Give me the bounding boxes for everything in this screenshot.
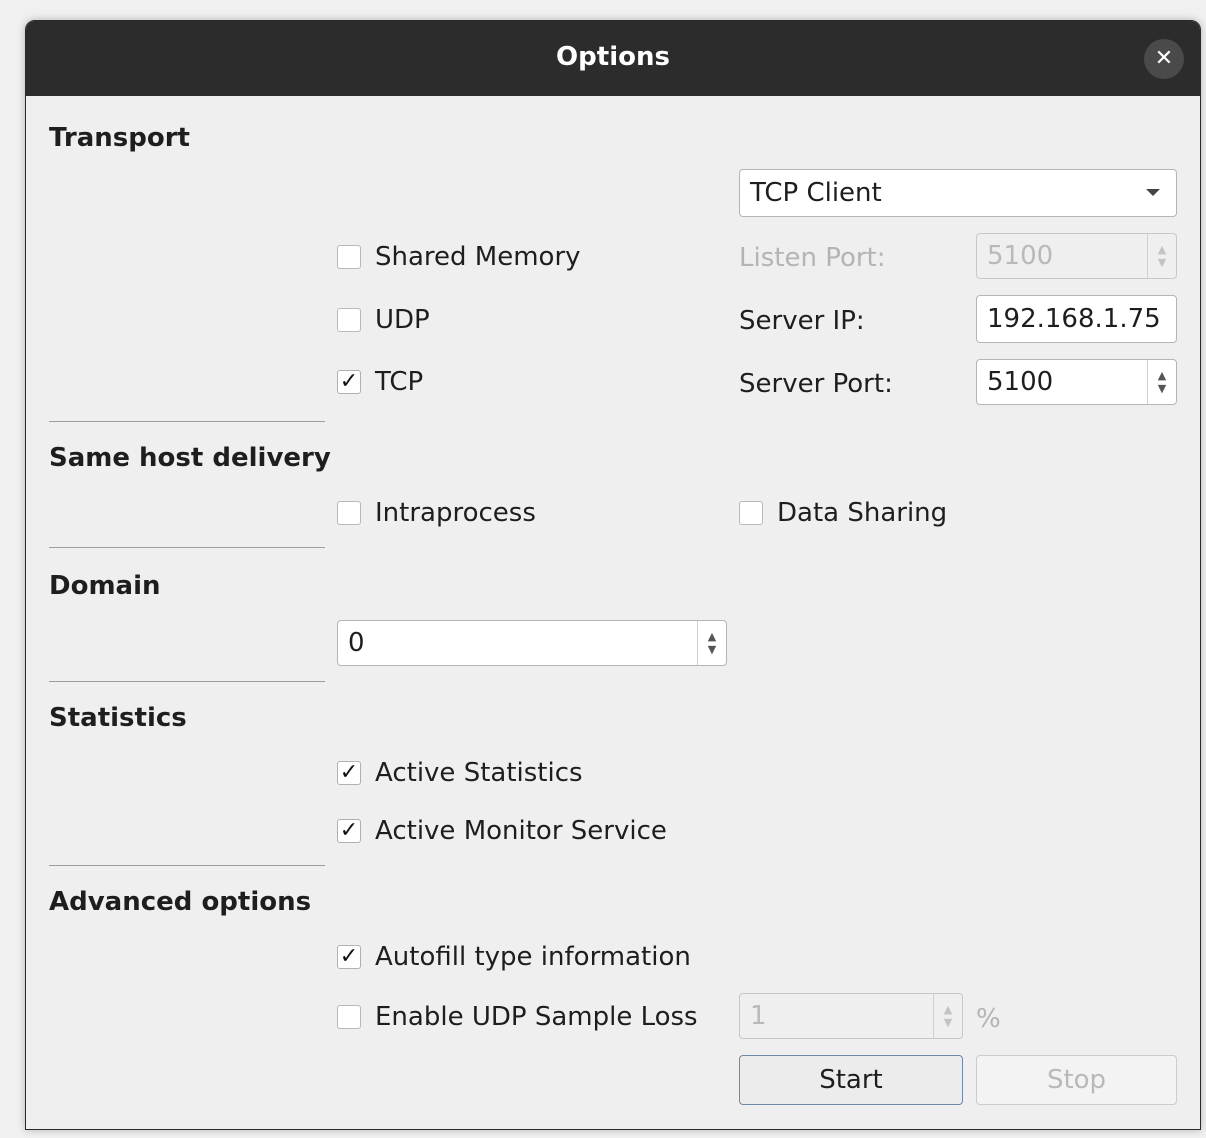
- data-sharing-label: Data Sharing: [777, 498, 948, 528]
- domain-spinbox[interactable]: 0 ▲ ▼: [337, 620, 727, 666]
- chevron-down-icon: [1146, 189, 1160, 196]
- check-icon: ✓: [339, 369, 359, 394]
- server-ip-input[interactable]: 192.168.1.75: [976, 295, 1177, 343]
- udp-loss-label: Enable UDP Sample Loss: [375, 1002, 698, 1032]
- tcp-checkbox-row[interactable]: ✓ TCP: [337, 367, 423, 397]
- tcp-label: TCP: [375, 367, 424, 397]
- check-icon: ✓: [339, 818, 359, 843]
- autofill-checkbox[interactable]: ✓: [337, 945, 361, 969]
- active-statistics-checkbox-row[interactable]: ✓ Active Statistics: [337, 758, 583, 788]
- udp-checkbox[interactable]: [337, 308, 361, 332]
- advanced-section-title: Advanced options: [49, 887, 312, 917]
- section-divider: [49, 421, 325, 422]
- autofill-checkbox-row[interactable]: ✓ Autofill type information: [337, 942, 691, 972]
- server-ip-value: 192.168.1.75: [987, 304, 1161, 334]
- server-port-spinbox[interactable]: 5100 ▲ ▼: [976, 359, 1177, 405]
- udp-loss-value: 1: [750, 1001, 767, 1031]
- title-bar: Options ✕: [26, 21, 1200, 96]
- udp-loss-checkbox[interactable]: [337, 1005, 361, 1029]
- close-icon: ✕: [1154, 46, 1174, 71]
- active-monitor-label: Active Monitor Service: [375, 816, 667, 846]
- domain-section-title: Domain: [49, 571, 161, 601]
- udp-loss-checkbox-row[interactable]: Enable UDP Sample Loss: [337, 1002, 698, 1032]
- listen-port-label: Listen Port:: [739, 243, 886, 273]
- autofill-label: Autofill type information: [375, 942, 691, 972]
- server-ip-label: Server IP:: [739, 306, 865, 336]
- server-port-value: 5100: [987, 367, 1054, 397]
- listen-port-spinbox: 5100 ▲ ▼: [976, 233, 1177, 279]
- data-sharing-checkbox[interactable]: [739, 501, 763, 525]
- server-port-label: Server Port:: [739, 369, 893, 399]
- section-divider: [49, 547, 325, 548]
- intraprocess-checkbox[interactable]: [337, 501, 361, 525]
- shared-memory-checkbox[interactable]: [337, 245, 361, 269]
- spin-arrows-icon[interactable]: ▲ ▼: [697, 621, 726, 665]
- listen-port-value: 5100: [987, 241, 1054, 271]
- tcp-checkbox[interactable]: ✓: [337, 370, 361, 394]
- udp-loss-spinbox: 1 ▲ ▼: [739, 993, 963, 1039]
- udp-loss-unit: %: [976, 1004, 1001, 1034]
- shared-memory-checkbox-row[interactable]: Shared Memory: [337, 242, 581, 272]
- check-icon: ✓: [339, 944, 359, 969]
- check-icon: ✓: [339, 760, 359, 785]
- spin-arrows-icon: ▲ ▼: [1147, 234, 1176, 278]
- section-divider: [49, 865, 325, 866]
- statistics-section-title: Statistics: [49, 703, 187, 733]
- domain-value: 0: [348, 628, 365, 658]
- shared-memory-label: Shared Memory: [375, 242, 581, 272]
- section-divider: [49, 681, 325, 682]
- udp-checkbox-row[interactable]: UDP: [337, 305, 430, 335]
- active-monitor-checkbox-row[interactable]: ✓ Active Monitor Service: [337, 816, 667, 846]
- active-monitor-checkbox[interactable]: ✓: [337, 819, 361, 843]
- transport-mode-value: TCP Client: [750, 178, 882, 208]
- intraprocess-label: Intraprocess: [375, 498, 536, 528]
- data-sharing-checkbox-row[interactable]: Data Sharing: [739, 498, 947, 528]
- active-statistics-checkbox[interactable]: ✓: [337, 761, 361, 785]
- start-button[interactable]: Start: [739, 1055, 963, 1105]
- active-statistics-label: Active Statistics: [375, 758, 583, 788]
- transport-mode-select[interactable]: TCP Client: [739, 169, 1177, 217]
- udp-label: UDP: [375, 305, 430, 335]
- options-dialog: Options ✕ Transport TCP Client Shared Me…: [25, 20, 1201, 1130]
- stop-button: Stop: [976, 1055, 1177, 1105]
- transport-section-title: Transport: [49, 123, 190, 153]
- spin-arrows-icon[interactable]: ▲ ▼: [1147, 360, 1176, 404]
- close-button[interactable]: ✕: [1144, 39, 1184, 79]
- spin-arrows-icon: ▲ ▼: [933, 994, 962, 1038]
- same-host-section-title: Same host delivery: [49, 443, 331, 473]
- dialog-title: Options: [556, 42, 670, 72]
- intraprocess-checkbox-row[interactable]: Intraprocess: [337, 498, 536, 528]
